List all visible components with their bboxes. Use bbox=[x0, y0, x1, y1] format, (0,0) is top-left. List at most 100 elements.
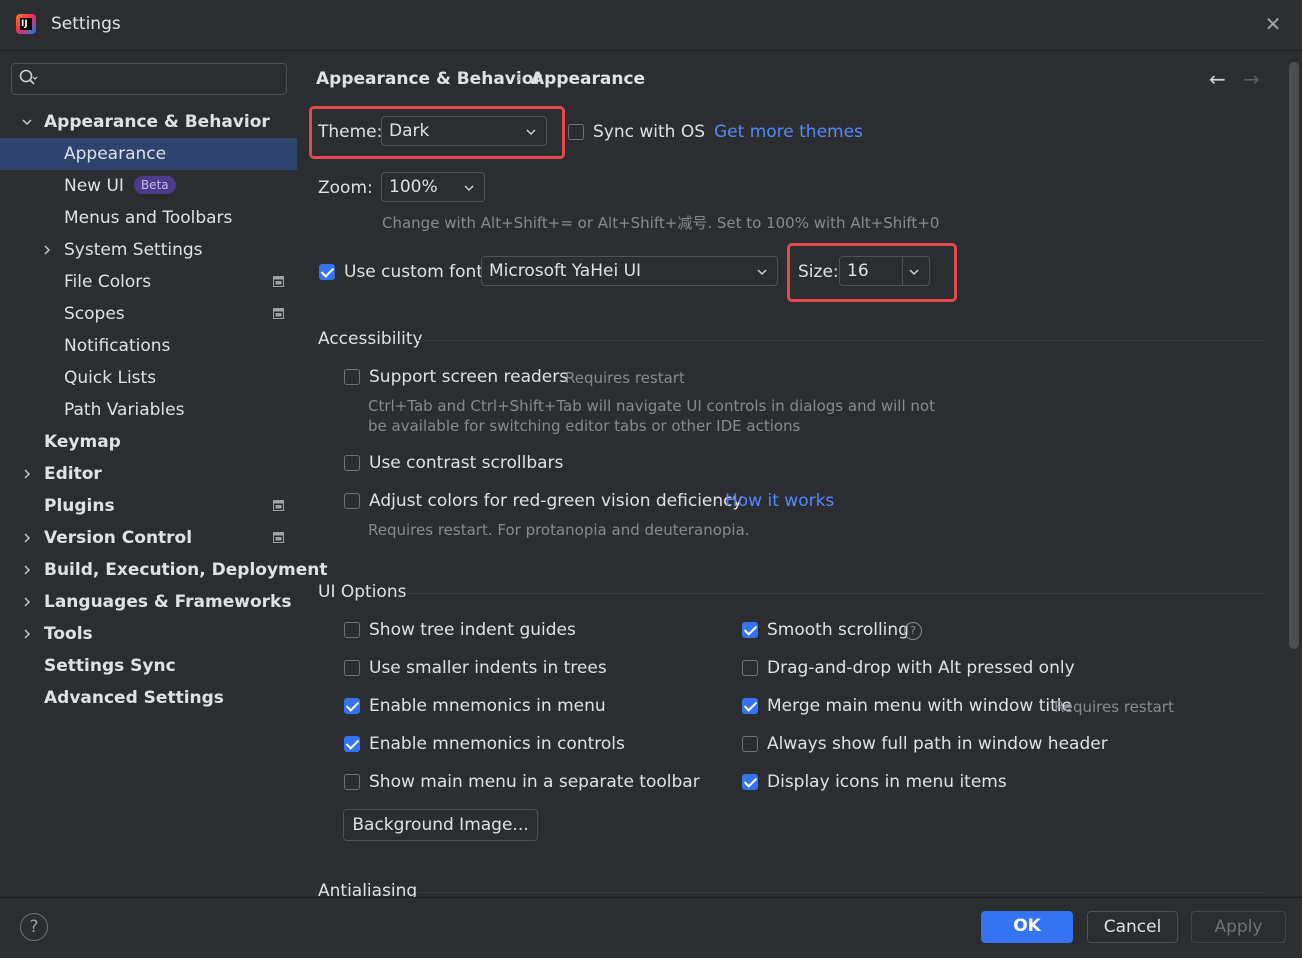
font-size-label: Size: bbox=[798, 262, 839, 282]
sidebar-item-system-settings[interactable]: System Settings bbox=[0, 234, 297, 266]
sidebar-item-editor[interactable]: Editor bbox=[0, 458, 297, 490]
search-icon[interactable] bbox=[18, 68, 38, 88]
screen-readers-description-line-2: be available for switching editor tabs o… bbox=[368, 417, 801, 435]
apply-button[interactable]: Apply bbox=[1191, 911, 1286, 943]
red-green-vision-checkbox[interactable] bbox=[344, 493, 360, 509]
sidebar-item-quick-lists[interactable]: Quick Lists bbox=[0, 362, 297, 394]
sidebar-item-label: New UI Beta bbox=[64, 170, 176, 202]
use-custom-font-checkbox[interactable] bbox=[319, 264, 335, 280]
sidebar-item-languages-frameworks[interactable]: Languages & Frameworks bbox=[0, 586, 297, 618]
zoom-combobox[interactable]: 100% bbox=[381, 172, 485, 202]
sidebar-item-label: Quick Lists bbox=[64, 368, 157, 388]
combo-divider bbox=[902, 257, 903, 285]
cancel-button[interactable]: Cancel bbox=[1087, 911, 1178, 943]
breadcrumb-parent[interactable]: Appearance & Behavior bbox=[316, 69, 542, 89]
sidebar-item-label: Build, Execution, Deployment bbox=[44, 560, 328, 580]
support-screen-readers-label: Support screen readers bbox=[369, 367, 569, 387]
title-bar bbox=[0, 0, 1302, 51]
sidebar-item-keymap[interactable]: Keymap bbox=[0, 426, 297, 458]
sidebar-item-label: Advanced Settings bbox=[44, 688, 224, 708]
forward-arrow-icon[interactable]: → bbox=[1243, 67, 1260, 91]
project-level-icon bbox=[273, 500, 284, 511]
get-more-themes-link[interactable]: Get more themes bbox=[714, 122, 863, 142]
requires-restart-hint: Requires restart bbox=[1054, 698, 1174, 716]
show-main-menu-in-a-separate-toolbar-checkbox[interactable] bbox=[344, 774, 360, 790]
breadcrumb-current: Appearance bbox=[531, 69, 646, 89]
zoom-label: Zoom: bbox=[318, 178, 373, 198]
sidebar-item-label: File Colors bbox=[64, 272, 152, 292]
sidebar-item-advanced-settings[interactable]: Advanced Settings bbox=[0, 682, 297, 714]
theme-label: Theme: bbox=[318, 122, 383, 142]
chevron-right-icon[interactable] bbox=[20, 627, 34, 641]
show-main-menu-in-a-separate-toolbar-label: Show main menu in a separate toolbar bbox=[369, 772, 700, 792]
sidebar-item-label: Notifications bbox=[64, 336, 171, 356]
project-level-icon bbox=[273, 276, 284, 287]
chevron-right-icon[interactable] bbox=[20, 563, 34, 577]
display-icons-in-menu-items-label: Display icons in menu items bbox=[767, 772, 1007, 792]
always-show-full-path-in-window-header-checkbox[interactable] bbox=[742, 736, 758, 752]
section-divider bbox=[418, 892, 1264, 893]
drag-and-drop-with-alt-pressed-only-checkbox[interactable] bbox=[742, 660, 758, 676]
chevron-right-icon[interactable] bbox=[20, 467, 34, 481]
help-icon[interactable]: ? bbox=[20, 913, 48, 941]
theme-combobox[interactable]: Dark bbox=[381, 116, 547, 146]
sidebar-item-plugins[interactable]: Plugins bbox=[0, 490, 297, 522]
zoom-hint: Change with Alt+Shift+= or Alt+Shift+减号.… bbox=[382, 214, 940, 232]
merge-main-menu-with-window-title-checkbox[interactable] bbox=[742, 698, 758, 714]
contrast-scrollbars-checkbox[interactable] bbox=[344, 455, 360, 471]
sidebar-item-new-ui[interactable]: New UI Beta bbox=[0, 170, 297, 202]
sidebar-item-notifications[interactable]: Notifications bbox=[0, 330, 297, 362]
enable-mnemonics-in-menu-checkbox[interactable] bbox=[344, 698, 360, 714]
use-smaller-indents-in-trees-checkbox[interactable] bbox=[344, 660, 360, 676]
sidebar-item-version-control[interactable]: Version Control bbox=[0, 522, 297, 554]
chevron-down-icon bbox=[757, 269, 767, 276]
how-it-works-link[interactable]: How it works bbox=[725, 491, 834, 511]
back-arrow-icon[interactable]: ← bbox=[1209, 67, 1226, 91]
enable-mnemonics-in-controls-checkbox[interactable] bbox=[344, 736, 360, 752]
show-tree-indent-guides-checkbox[interactable] bbox=[344, 622, 360, 638]
section-divider bbox=[408, 593, 1264, 594]
sidebar-item-scopes[interactable]: Scopes bbox=[0, 298, 297, 330]
background-image-button[interactable]: Background Image... bbox=[343, 809, 538, 841]
help-circle-icon[interactable]: ? bbox=[904, 622, 922, 640]
sidebar-item-label: Path Variables bbox=[64, 400, 185, 420]
settings-search-input[interactable] bbox=[11, 63, 287, 95]
sidebar-item-path-variables[interactable]: Path Variables bbox=[0, 394, 297, 426]
red-green-hint: Requires restart. For protanopia and deu… bbox=[368, 521, 750, 539]
chevron-down-icon bbox=[526, 129, 536, 136]
sync-with-os-label: Sync with OS bbox=[593, 122, 706, 142]
drag-and-drop-with-alt-pressed-only-label: Drag-and-drop with Alt pressed only bbox=[767, 658, 1075, 678]
vertical-scrollbar[interactable] bbox=[1289, 62, 1299, 649]
sidebar-item-label: Plugins bbox=[44, 496, 115, 516]
sidebar-item-label: Keymap bbox=[44, 432, 121, 452]
font-size-combobox[interactable]: 16 bbox=[839, 256, 930, 286]
chevron-right-icon[interactable] bbox=[20, 595, 34, 609]
sidebar-item-build-execution-deployment[interactable]: Build, Execution, Deployment bbox=[0, 554, 328, 586]
breadcrumb-separator-icon: › bbox=[516, 69, 522, 87]
sidebar-item-menus-and-toolbars[interactable]: Menus and Toolbars bbox=[0, 202, 297, 234]
merge-main-menu-with-window-title-label: Merge main menu with window title bbox=[767, 696, 1072, 716]
project-level-icon bbox=[273, 308, 284, 319]
window-title: Settings bbox=[51, 14, 121, 34]
sidebar-item-file-colors[interactable]: File Colors bbox=[0, 266, 297, 298]
support-screen-readers-checkbox[interactable] bbox=[344, 369, 360, 385]
sync-with-os-checkbox[interactable] bbox=[568, 124, 584, 140]
smooth-scrolling-checkbox[interactable] bbox=[742, 622, 758, 638]
theme-value: Dark bbox=[389, 121, 430, 141]
chevron-down-icon bbox=[464, 185, 474, 192]
accessibility-section-title: Accessibility bbox=[318, 329, 423, 349]
sidebar-item-settings-sync[interactable]: Settings Sync bbox=[0, 650, 297, 682]
chevron-right-icon[interactable] bbox=[40, 243, 54, 257]
font-combobox[interactable]: Microsoft YaHei UI bbox=[481, 256, 778, 286]
chevron-right-icon[interactable] bbox=[20, 531, 34, 545]
sidebar-item-appearance-behavior[interactable]: Appearance & Behavior bbox=[0, 106, 297, 138]
sidebar-item-tools[interactable]: Tools bbox=[0, 618, 297, 650]
sidebar-item-appearance[interactable]: Appearance bbox=[0, 138, 297, 170]
close-icon[interactable]: ✕ bbox=[1262, 13, 1284, 35]
display-icons-in-menu-items-checkbox[interactable] bbox=[742, 774, 758, 790]
ok-button[interactable]: OK bbox=[981, 911, 1073, 943]
sidebar-item-label: Settings Sync bbox=[44, 656, 176, 676]
sidebar-item-label: Appearance & Behavior bbox=[44, 112, 270, 132]
ui-options-section-title: UI Options bbox=[318, 582, 407, 602]
chevron-down-icon[interactable] bbox=[20, 115, 34, 129]
